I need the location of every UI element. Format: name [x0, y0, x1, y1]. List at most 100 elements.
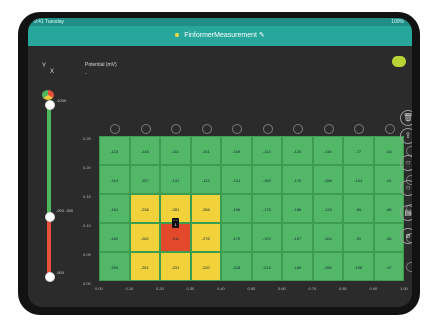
- column-header-icon[interactable]: [384, 124, 395, 134]
- grid-cell[interactable]: -161: [99, 194, 130, 223]
- book-icon[interactable]: ▤: [400, 205, 412, 221]
- app-screen: 9:41 Tuesday 100% FinformerMeasurement ✎…: [28, 18, 412, 307]
- grid-cell[interactable]: -159: [251, 165, 282, 194]
- x-tick-label: 0.00: [95, 286, 103, 291]
- measurement-title[interactable]: FinformerMeasurement: [184, 32, 257, 39]
- page-title: FinformerMeasurement ✎: [28, 31, 412, 39]
- y-tick-label: 0.10: [83, 223, 91, 228]
- connection-pill[interactable]: [392, 56, 406, 67]
- battery-indicator: 100%: [391, 19, 404, 25]
- column-header-icon[interactable]: [262, 124, 273, 134]
- grid-cell[interactable]: -113: [251, 136, 282, 165]
- grid-cell[interactable]: -148: [129, 136, 160, 165]
- column-header-icon[interactable]: [354, 124, 364, 134]
- record-button[interactable]: ○: [400, 155, 412, 171]
- column-header-icon[interactable]: [293, 124, 303, 134]
- grid-cell[interactable]: -209: [99, 252, 130, 281]
- row-edit-icon[interactable]: [406, 262, 412, 272]
- grid-cell[interactable]: -276: [190, 223, 221, 252]
- column-header-icon[interactable]: [140, 124, 151, 134]
- column-header-icon[interactable]: [171, 124, 181, 134]
- slider-red-range: [47, 216, 51, 278]
- grid-cell[interactable]: -231: [160, 252, 191, 281]
- grid-cell[interactable]: -131: [160, 165, 191, 194]
- potential-label: Potential (mV): [85, 62, 117, 68]
- grid-cell[interactable]: -109: [221, 136, 252, 165]
- axis-orientation-icon: Y X: [42, 63, 54, 75]
- grid-cell[interactable]: -251: [129, 252, 160, 281]
- grid-cell[interactable]: -157: [282, 223, 313, 252]
- x-tick-label: 0.30: [186, 286, 195, 291]
- grid-cell[interactable]: -162: [99, 223, 130, 252]
- app-header: FinformerMeasurement ✎: [28, 26, 412, 46]
- grid-cell[interactable]: -266: [190, 194, 221, 223]
- column-header-icon[interactable]: [110, 124, 120, 134]
- slider-middle-knob[interactable]: [45, 212, 55, 222]
- y-tick-label: 0.15: [83, 194, 91, 199]
- grid-cell[interactable]: -158: [312, 165, 343, 194]
- y-tick-label: 0.05: [83, 252, 91, 257]
- grid-cell[interactable]: -116: [312, 136, 343, 165]
- grid-cell[interactable]: -156: [312, 252, 343, 281]
- grid-cell[interactable]: -113: [190, 165, 221, 194]
- grid-cell[interactable]: -101: [190, 136, 221, 165]
- grid-cell[interactable]: -111: [160, 136, 191, 165]
- trash-icon[interactable]: 🗑: [400, 110, 412, 126]
- x-tick-label: 0.80: [339, 286, 347, 291]
- probe-icon[interactable]: ⌀: [400, 228, 412, 244]
- slider-mid-label: -200 -300: [56, 208, 74, 213]
- grid-cell[interactable]: -193: [251, 223, 282, 252]
- cell-marker[interactable]: 1: [172, 221, 179, 228]
- grid-cell[interactable]: -106: [343, 252, 374, 281]
- column-header-icon[interactable]: [232, 124, 242, 134]
- grid-cell[interactable]: -133: [312, 194, 343, 223]
- grid-cell[interactable]: -157: [129, 165, 160, 194]
- grid-cell[interactable]: -218: [221, 252, 252, 281]
- slider-bottom-knob[interactable]: [45, 272, 55, 282]
- slider-top-label: -1000: [56, 98, 67, 103]
- range-slider[interactable]: -1000 -200 -300 -500: [40, 90, 73, 295]
- recording-dot-icon: [175, 33, 180, 38]
- grid-cell[interactable]: -123: [99, 136, 130, 165]
- playback-button[interactable]: ○: [400, 180, 412, 196]
- grid-cell[interactable]: -131: [221, 165, 252, 194]
- x-tick-label: 0.50: [247, 286, 256, 291]
- slider-green-range: [47, 104, 51, 216]
- edit-icon[interactable]: ✎: [259, 32, 265, 39]
- axis-x-label: X: [50, 69, 55, 75]
- grid-cell[interactable]: -180: [282, 252, 313, 281]
- x-tick-label: 0.90: [369, 286, 378, 291]
- status-time: 9:41 Tuesday: [34, 19, 65, 25]
- grid-cell[interactable]: -77: [343, 136, 374, 165]
- grid-cell[interactable]: -238: [129, 194, 160, 223]
- grid-cell[interactable]: -170: [221, 223, 252, 252]
- column-header-icon[interactable]: [201, 124, 212, 134]
- grid-cell[interactable]: -262: [129, 223, 160, 252]
- grid-cell[interactable]: -104: [312, 223, 343, 252]
- grid-cell[interactable]: -220: [190, 252, 221, 281]
- grid-cell[interactable]: -178: [251, 194, 282, 223]
- column-header-icon[interactable]: [323, 124, 334, 134]
- y-tick-label: 0.25: [83, 136, 91, 141]
- axis-y-label: Y: [42, 63, 47, 69]
- grid-cell[interactable]: -186: [282, 194, 313, 223]
- potential-panel: Potential (mV) -: [85, 62, 117, 77]
- grid-cell[interactable]: -65: [343, 194, 374, 223]
- grid-cell[interactable]: -97: [373, 252, 404, 281]
- grid-cell[interactable]: -119: [99, 165, 130, 194]
- grid-cell[interactable]: -120: [282, 136, 313, 165]
- grid-cell[interactable]: -213: [251, 252, 282, 281]
- potential-grid[interactable]: -123 -148 -111 -101 -109 -113 -120 -116 -77 -63 -1…: [83, 124, 412, 291]
- status-bar: 9:41 Tuesday 100%: [28, 18, 412, 26]
- slider-top-knob[interactable]: [45, 100, 55, 110]
- grid-cell[interactable]: -196: [221, 194, 252, 223]
- share-icon[interactable]: ⇪: [400, 128, 412, 144]
- color-scale-icon[interactable]: [42, 90, 54, 100]
- grid-cell[interactable]: -104: [343, 165, 374, 194]
- x-tick-label: 0.20: [156, 286, 164, 291]
- grid-cell[interactable]: -85: [373, 194, 404, 223]
- grid-cell[interactable]: -170: [282, 165, 313, 194]
- grid-cell[interactable]: -91: [343, 223, 374, 252]
- x-tick-label: 0.60: [278, 286, 286, 291]
- x-tick-label: 0.40: [217, 286, 225, 291]
